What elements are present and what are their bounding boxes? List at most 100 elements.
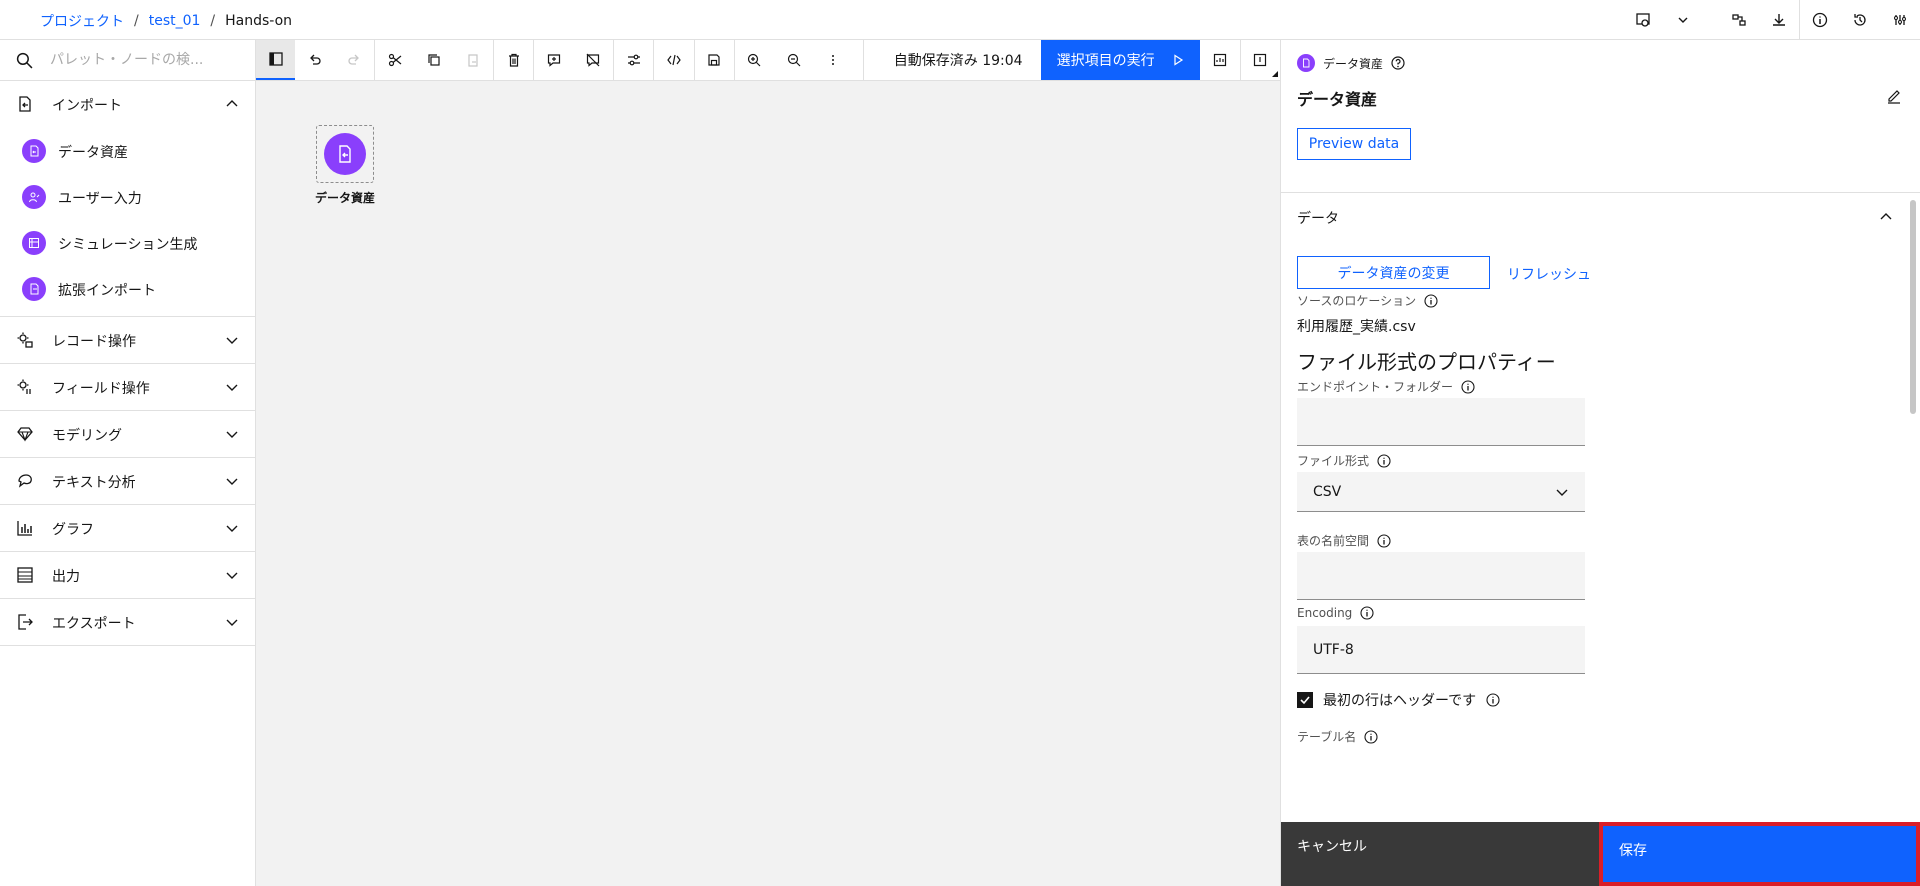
source-location-label: ソースのロケーション [1297,292,1438,309]
chevron-down-icon [226,431,238,438]
comment-icon [547,54,561,67]
undo-icon [310,54,321,65]
palette-node-data-asset[interactable]: データ資産 [0,128,255,174]
panel-scrollbar[interactable] [1910,196,1916,822]
category-record-ops[interactable]: レコード操作 [0,317,255,364]
chevron-down-icon [1556,489,1568,496]
info-icon[interactable] [1377,533,1391,548]
category-import[interactable]: インポート [0,81,255,128]
endpoint-folder-input[interactable] [1297,398,1585,446]
download-icon[interactable] [1759,0,1799,40]
run-selected-button[interactable]: 選択項目の実行 [1040,40,1201,80]
header-row-checkbox[interactable] [1297,692,1313,708]
paste-button[interactable] [454,40,493,80]
palette-node-extended-import[interactable]: 拡張インポート [0,266,255,312]
breadcrumb-folder-link[interactable]: test_01 [149,13,201,29]
cancel-button[interactable]: キャンセル [1281,822,1599,886]
trash-icon [508,53,519,67]
palette-node-user-input[interactable]: ユーザー入力 [0,174,255,220]
cut-button[interactable] [375,40,414,80]
undo-button[interactable] [295,40,334,80]
info-icon[interactable] [1377,453,1391,468]
change-data-asset-button[interactable]: データ資産の変更 [1297,256,1490,289]
field-label-text: 表の名前空間 [1297,534,1370,548]
outputs-button[interactable] [1200,40,1239,80]
source-location-value: 利用履歴_実績.csv [1297,319,1416,335]
model-icon[interactable] [1719,0,1759,40]
modeling-icon [17,427,33,442]
toggle-palette-button[interactable] [256,40,296,80]
hide-comment-icon [586,53,600,67]
paste-icon [468,54,478,67]
field-ops-icon [17,379,31,394]
help-icon[interactable] [1391,56,1405,70]
outputs-icon [1213,53,1227,67]
zoom-out-button[interactable] [774,40,813,80]
category-label: グラフ [52,522,94,538]
add-comment-button[interactable] [534,40,573,80]
node-palette: インポート データ資産 ユーザー入力 シミュレーション生成 拡張インポート [0,40,256,886]
zoom-in-button[interactable] [735,40,774,80]
history-icon[interactable] [1840,0,1880,40]
zoom-in-icon [748,53,761,67]
export-icon [18,614,33,630]
info-icon[interactable] [1424,293,1438,308]
chevron-down-icon [226,337,238,344]
info-icon[interactable] [1461,379,1475,394]
overflow-icon [832,55,835,65]
breadcrumb-separator: / [210,13,216,29]
info-icon[interactable] [1360,606,1374,620]
palette-search-input[interactable] [0,40,255,80]
redo-button[interactable] [335,40,374,80]
info-icon[interactable] [1486,693,1500,707]
encoding-input[interactable] [1297,626,1585,674]
category-text-analysis[interactable]: テキスト分析 [0,458,255,505]
scrollbar-thumb[interactable] [1910,200,1916,414]
flow-settings-icon[interactable] [1623,0,1663,40]
code-view-button[interactable] [654,40,693,80]
autosave-status: 自動保存済み 19:04 [893,53,1023,69]
save-icon [708,54,720,66]
file-format-select[interactable]: CSV [1297,472,1585,512]
edit-icon[interactable] [1886,88,1902,104]
category-label: モデリング [52,428,122,444]
info-icon[interactable] [1800,0,1840,40]
text-analysis-icon [18,474,32,488]
refresh-link[interactable]: リフレッシュ [1507,264,1591,284]
messages-button[interactable] [1241,40,1280,80]
category-modeling[interactable]: モデリング [0,411,255,458]
section-data-header[interactable]: データ [1281,194,1907,240]
flow-canvas[interactable]: データ資産 [256,81,1280,886]
save-flow-button[interactable] [695,40,734,80]
category-output[interactable]: 出力 [0,552,255,599]
delete-button[interactable] [494,40,533,80]
hide-comments-button[interactable] [574,40,613,80]
category-label: エクスポート [52,616,136,632]
file-format-label: ファイル形式 [1297,452,1391,469]
chevron-down-icon [226,619,238,626]
file-format-value: CSV [1313,483,1342,500]
info-icon[interactable] [1364,729,1378,744]
category-graph[interactable]: グラフ [0,505,255,552]
chevron-down-icon[interactable] [1663,0,1703,40]
corner-indicator-icon [1272,71,1279,77]
palette-node-simulation[interactable]: シミュレーション生成 [0,220,255,266]
field-label-text: Encoding [1297,606,1353,620]
save-button[interactable]: 保存 [1599,822,1920,886]
category-label: テキスト分析 [52,475,136,491]
settings-icon[interactable] [1880,0,1920,40]
file-format-properties-heading: ファイル形式のプロパティー [1297,350,1556,374]
canvas-node-data-asset[interactable] [316,125,374,183]
preview-data-button[interactable]: Preview data [1297,128,1411,160]
encoding-label: Encoding [1297,606,1374,620]
copy-button[interactable] [414,40,453,80]
category-field-ops[interactable]: フィールド操作 [0,364,255,411]
category-label: インポート [52,98,122,114]
table-namespace-input[interactable] [1297,552,1585,600]
category-export[interactable]: エクスポート [0,599,255,646]
flow-properties-button[interactable] [614,40,653,80]
overflow-menu-button[interactable] [813,40,852,80]
data-asset-icon [1297,54,1315,72]
breadcrumb-project-link[interactable]: プロジェクト [40,11,124,31]
play-icon [1174,54,1184,66]
